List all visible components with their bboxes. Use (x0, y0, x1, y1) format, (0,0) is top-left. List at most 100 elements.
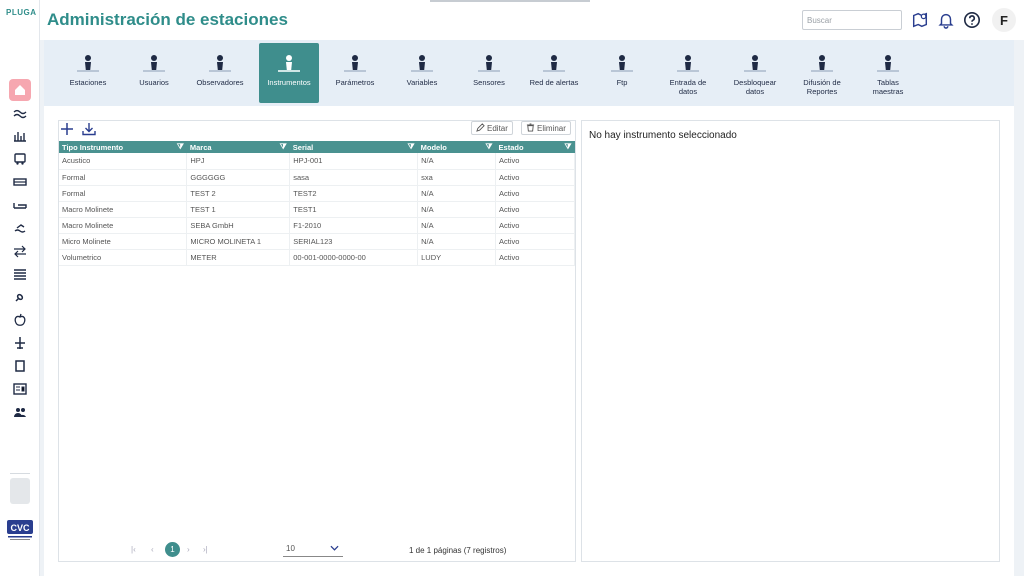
module-data-entry[interactable]: Entrada de datos (658, 43, 718, 103)
filter-icon[interactable]: ⧩ (485, 142, 492, 152)
page-info: 1 de 1 páginas (7 registros) (409, 546, 507, 555)
table-cell: Volumetrico (59, 249, 188, 266)
delete-button[interactable]: Eliminar (521, 121, 571, 135)
table-row[interactable]: Acustico HPJ HPJ-001 N/A Activo (59, 153, 575, 170)
sidebar-item-book[interactable] (0, 354, 40, 377)
table-row[interactable]: Macro Molinete TEST 1 TEST1 N/A Activo (59, 201, 575, 218)
sidebar-item-bed[interactable] (0, 193, 40, 216)
page-title: Administración de estaciones (47, 10, 288, 29)
sidebar-item-house[interactable] (0, 78, 40, 101)
module-parameters[interactable]: Parámetros (325, 43, 385, 103)
last-page-icon[interactable]: ›| (203, 545, 208, 554)
module-station[interactable]: Estaciones (58, 43, 118, 103)
table-cell: N/A (417, 201, 497, 218)
sidebar-item-list[interactable] (0, 262, 40, 285)
instruments-list-panel: Editar Eliminar Tipo Instrumento ⧩ Marca ⧩ S… (58, 120, 576, 562)
sidebar-item-tray[interactable] (0, 170, 40, 193)
bus-icon (14, 152, 26, 165)
table-row[interactable]: Micro Molinete MICRO MOLINETA 1 SERIAL123 N… (59, 233, 575, 250)
table-row[interactable]: Volumetrico METER 00-001-0000-0000-00 LUDY A… (59, 249, 575, 266)
module-label: Red de alertas (529, 78, 579, 87)
ftp-icon (609, 53, 635, 75)
table-body: Acustico HPJ HPJ-001 N/A Activo Formal GGGGGG s… (59, 153, 575, 266)
table-cell: Macro Molinete (59, 217, 188, 234)
prev-page-icon[interactable]: ‹ (151, 545, 154, 554)
table-cell: N/A (417, 217, 497, 234)
module-unlock[interactable]: Desbloquear datos (725, 43, 785, 103)
table-cell: METER (186, 249, 291, 266)
column-header[interactable]: Marca ⧩ (186, 141, 290, 153)
bed-icon (13, 202, 27, 209)
table-cell: N/A (417, 185, 497, 202)
download-icon[interactable] (81, 122, 97, 136)
module-sensors[interactable]: Sensores (459, 43, 519, 103)
variables-icon (409, 53, 435, 75)
table-cell: Formal (59, 185, 188, 202)
page-size-select[interactable]: 10 (283, 541, 343, 557)
module-toolbar: Estaciones Usuarios Observadores Instrum… (44, 40, 1014, 106)
swimmer-icon (14, 223, 26, 233)
next-page-icon[interactable]: › (187, 545, 190, 554)
module-variables[interactable]: Variables (392, 43, 452, 103)
edit-button[interactable]: Editar (471, 121, 513, 135)
column-header[interactable]: Modelo ⧩ (417, 141, 496, 153)
filter-icon[interactable]: ⧩ (280, 142, 287, 152)
table-cell: 00-001-0000-0000-00 (289, 249, 419, 266)
users-icon (141, 53, 167, 75)
map-settings-icon[interactable] (910, 10, 930, 30)
bell-icon[interactable] (936, 10, 956, 30)
page-number-current[interactable]: 1 (165, 542, 180, 557)
column-header[interactable]: Serial ⧩ (289, 141, 418, 153)
brand-logo: CVC (6, 518, 34, 544)
plane-icon (15, 336, 25, 349)
module-reports[interactable]: Difusión de Reportes (792, 43, 852, 103)
sidebar-item-bus[interactable] (0, 147, 40, 170)
sidebar-item-wave[interactable] (0, 101, 40, 124)
table-cell: Activo (495, 217, 575, 234)
data-entry-icon (675, 53, 701, 75)
table-cell: LUDY (417, 249, 497, 266)
sidebar-item-swimmer[interactable] (0, 216, 40, 239)
module-ftp[interactable]: Ftp (592, 43, 652, 103)
module-alerts[interactable]: Red de alertas (524, 43, 584, 103)
table-cell: SERIAL123 (289, 233, 419, 250)
sidebar-item-plane[interactable] (0, 331, 40, 354)
filter-icon[interactable]: ⧩ (564, 142, 571, 152)
table-cell: Acustico (59, 153, 188, 170)
brand-logo-text: CVC (10, 523, 30, 533)
sidebar-item-group[interactable] (0, 400, 40, 423)
table-cell: sxa (417, 169, 497, 186)
page-size-value: 10 (286, 544, 295, 553)
module-tables[interactable]: Tablas maestras (858, 43, 918, 103)
sidebar-divider (10, 473, 30, 474)
module-label: Estaciones (69, 78, 107, 87)
unlock-icon (742, 53, 768, 75)
table-row[interactable]: Formal GGGGGG sasa sxa Activo (59, 169, 575, 186)
module-observer[interactable]: Observadores (190, 43, 250, 103)
sidebar-item-bars[interactable] (0, 124, 40, 147)
module-users[interactable]: Usuarios (124, 43, 184, 103)
plus-icon[interactable] (59, 122, 75, 136)
search-input[interactable] (802, 10, 902, 30)
column-header-label: Serial (292, 142, 314, 152)
wave-icon (13, 109, 27, 118)
sidebar-item-arrows[interactable] (0, 239, 40, 262)
link-icon (15, 293, 24, 302)
column-header[interactable]: Tipo Instrumento ⧩ (59, 141, 187, 153)
sidebar-item-link[interactable] (0, 285, 40, 308)
table-cell: Micro Molinete (59, 233, 188, 250)
filter-icon[interactable]: ⧩ (407, 142, 414, 152)
table-row[interactable]: Formal TEST 2 TEST2 N/A Activo (59, 185, 575, 202)
table-cell: Activo (495, 233, 575, 250)
first-page-icon[interactable]: |‹ (131, 545, 136, 554)
table-cell: Activo (495, 185, 575, 202)
help-icon[interactable] (962, 10, 982, 30)
table-row[interactable]: Macro Molinete SEBA GmbH F1-2010 N/A Activo (59, 217, 575, 234)
sidebar-item-news[interactable] (0, 377, 40, 400)
module-label: Sensores (473, 78, 505, 87)
module-instrument[interactable]: Instrumentos (259, 43, 319, 103)
column-header[interactable]: Estado ⧩ (495, 141, 575, 153)
sidebar-item-apple[interactable] (0, 308, 40, 331)
user-avatar[interactable]: F (992, 8, 1016, 32)
filter-icon[interactable]: ⧩ (177, 142, 184, 152)
